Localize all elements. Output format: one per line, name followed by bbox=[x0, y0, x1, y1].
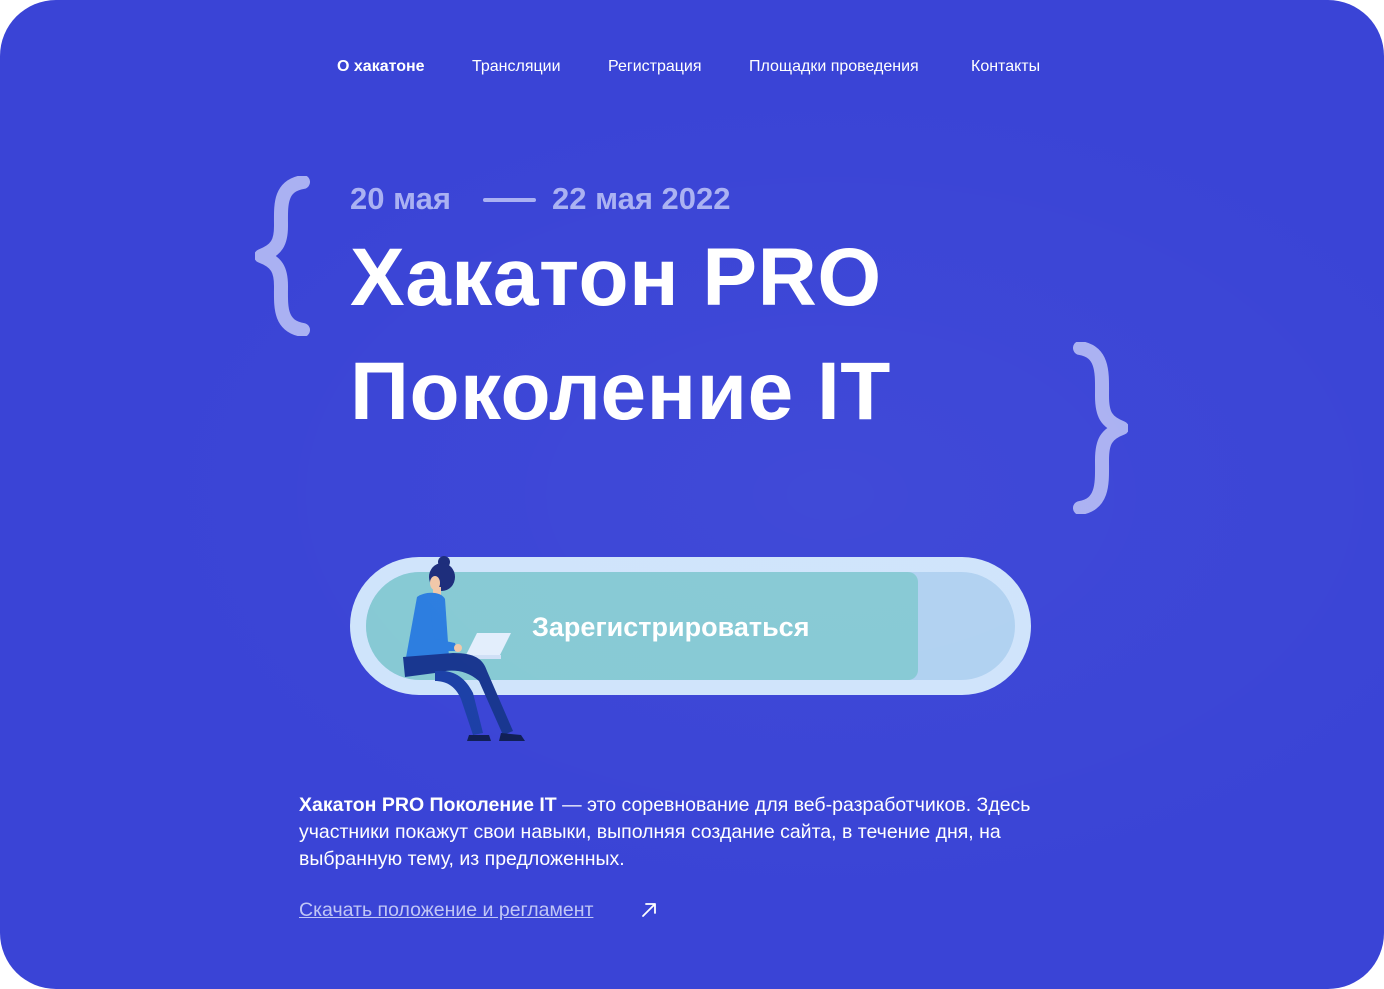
person-with-laptop-illustration bbox=[403, 556, 525, 741]
nav-link-registration[interactable]: Регистрация bbox=[608, 56, 702, 78]
nav-link-broadcasts[interactable]: Трансляции bbox=[472, 56, 561, 78]
page-title-line-1: Хакатон PRO bbox=[350, 232, 882, 323]
download-regulations-link[interactable]: Скачать положение и регламент bbox=[299, 896, 593, 924]
date-end: 22 мая 2022 bbox=[552, 181, 731, 216]
event-description: Хакатон PRO Поколение IT — это соревнова… bbox=[299, 792, 1089, 873]
brace-left-icon bbox=[255, 176, 310, 336]
brace-right-icon bbox=[1073, 342, 1128, 514]
register-button-label[interactable]: Зарегистрироваться bbox=[532, 608, 872, 646]
nav-link-venues[interactable]: Площадки проведения bbox=[749, 56, 919, 78]
hero-section: О хакатоне Трансляции Регистрация Площад… bbox=[0, 0, 1384, 989]
date-start: 20 мая bbox=[350, 181, 451, 216]
date-dash bbox=[483, 198, 536, 202]
nav-link-about[interactable]: О хакатоне bbox=[337, 56, 425, 78]
nav-link-contacts[interactable]: Контакты bbox=[971, 56, 1040, 78]
top-navigation: О хакатоне Трансляции Регистрация Площад… bbox=[0, 56, 1384, 78]
description-lead: Хакатон PRO Поколение IT bbox=[299, 794, 557, 816]
arrow-up-right-icon[interactable] bbox=[640, 901, 658, 919]
page-title-line-2: Поколение IT bbox=[350, 346, 891, 437]
